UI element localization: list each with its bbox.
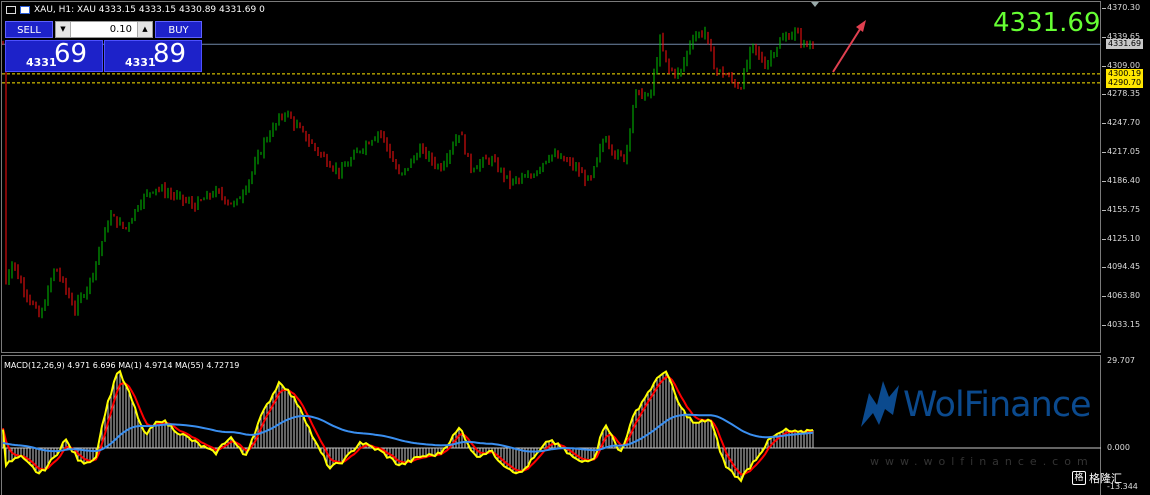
price-tick-label: 4155.75 <box>1107 204 1141 214</box>
chart-window-icon[interactable] <box>6 6 16 14</box>
buy-button[interactable]: BUY <box>155 21 202 38</box>
macd-main-line <box>2 369 814 483</box>
gelonghui-icon: 格 <box>1072 471 1086 485</box>
gelonghui-text: 格隆汇 <box>1089 472 1122 485</box>
arrow-up-right-icon <box>832 25 863 73</box>
watermark-url: www.wolfinance.com <box>870 455 1094 468</box>
price-tick-label: 4278.35 <box>1107 89 1141 99</box>
price-tick-mark <box>1102 238 1106 240</box>
current-price-display: 4331.69 <box>993 8 1101 38</box>
buy-quote[interactable]: 4331 89 <box>104 39 202 72</box>
price-tick-label: 4033.15 <box>1107 320 1141 329</box>
macd-indicator-label: MACD(12,26,9) 4.971 6.696 MA(1) 4.9714 M… <box>4 361 240 370</box>
price-tick-label: 4247.70 <box>1107 118 1141 128</box>
price-tick-label: 4125.10 <box>1107 233 1141 243</box>
price-tick-mark <box>1102 267 1106 269</box>
caret-down-icon[interactable]: ▼ <box>56 22 71 37</box>
sell-button[interactable]: SELL <box>5 21 53 38</box>
one-click-trading-panel: SELL ▼ 0.10 ▲ BUY 4331 69 4331 89 <box>5 20 202 73</box>
current-price-tag: 4331.69 <box>1106 39 1144 50</box>
symbol-ohlc-text: XAU, H1: XAU 4333.15 4333.15 4330.89 433… <box>34 5 265 15</box>
watermark-brand: WolFinance <box>903 385 1092 425</box>
caret-up-icon[interactable]: ▲ <box>137 22 152 37</box>
buy-quote-pips: 89 <box>153 39 187 69</box>
price-tick-mark <box>1102 152 1106 154</box>
sell-quote-pips: 69 <box>54 39 88 69</box>
price-tick-mark <box>1102 180 1106 182</box>
price-tick-label: 4063.80 <box>1107 291 1141 301</box>
price-tick-label: 4217.05 <box>1107 147 1141 157</box>
price-tick-mark <box>1102 123 1106 125</box>
price-tick-label: 4370.30 <box>1107 3 1141 12</box>
chart-shift-marker <box>811 2 819 7</box>
price-tick-mark <box>1102 296 1106 298</box>
price-tick-mark <box>1102 36 1106 38</box>
price-tick-mark <box>1102 94 1106 96</box>
level-price-tag: 4290.70 <box>1106 77 1144 88</box>
buy-quote-prefix: 4331 <box>125 56 156 69</box>
arrow-head <box>856 20 866 32</box>
lot-size-value[interactable]: 0.10 <box>72 22 136 37</box>
wolf-logo-icon <box>861 381 899 427</box>
price-tick-label: 4186.40 <box>1107 175 1141 185</box>
price-axis[interactable]: 4370.30 4339.65 4309.00 4278.35 4247.70 4217.… <box>1102 0 1150 354</box>
price-tick-label: 4094.45 <box>1107 262 1141 272</box>
symbol-flag-icon[interactable] <box>20 6 30 14</box>
gelonghui-badge: 格 格隆汇 <box>1072 470 1122 486</box>
sell-quote[interactable]: 4331 69 <box>5 39 103 72</box>
price-tick-mark <box>1102 65 1106 67</box>
macd-tick-label: 29.707 <box>1107 356 1135 365</box>
symbol-header: XAU, H1: XAU 4333.15 4333.15 4330.89 433… <box>6 5 265 15</box>
price-tick-mark <box>1102 325 1106 326</box>
price-tick-mark <box>1102 8 1106 9</box>
price-tick-mark <box>1102 209 1106 211</box>
wolfinance-watermark: WolFinance <box>855 375 1125 445</box>
sell-quote-prefix: 4331 <box>26 56 57 69</box>
lot-size-input[interactable]: ▼ 0.10 ▲ <box>55 21 153 38</box>
